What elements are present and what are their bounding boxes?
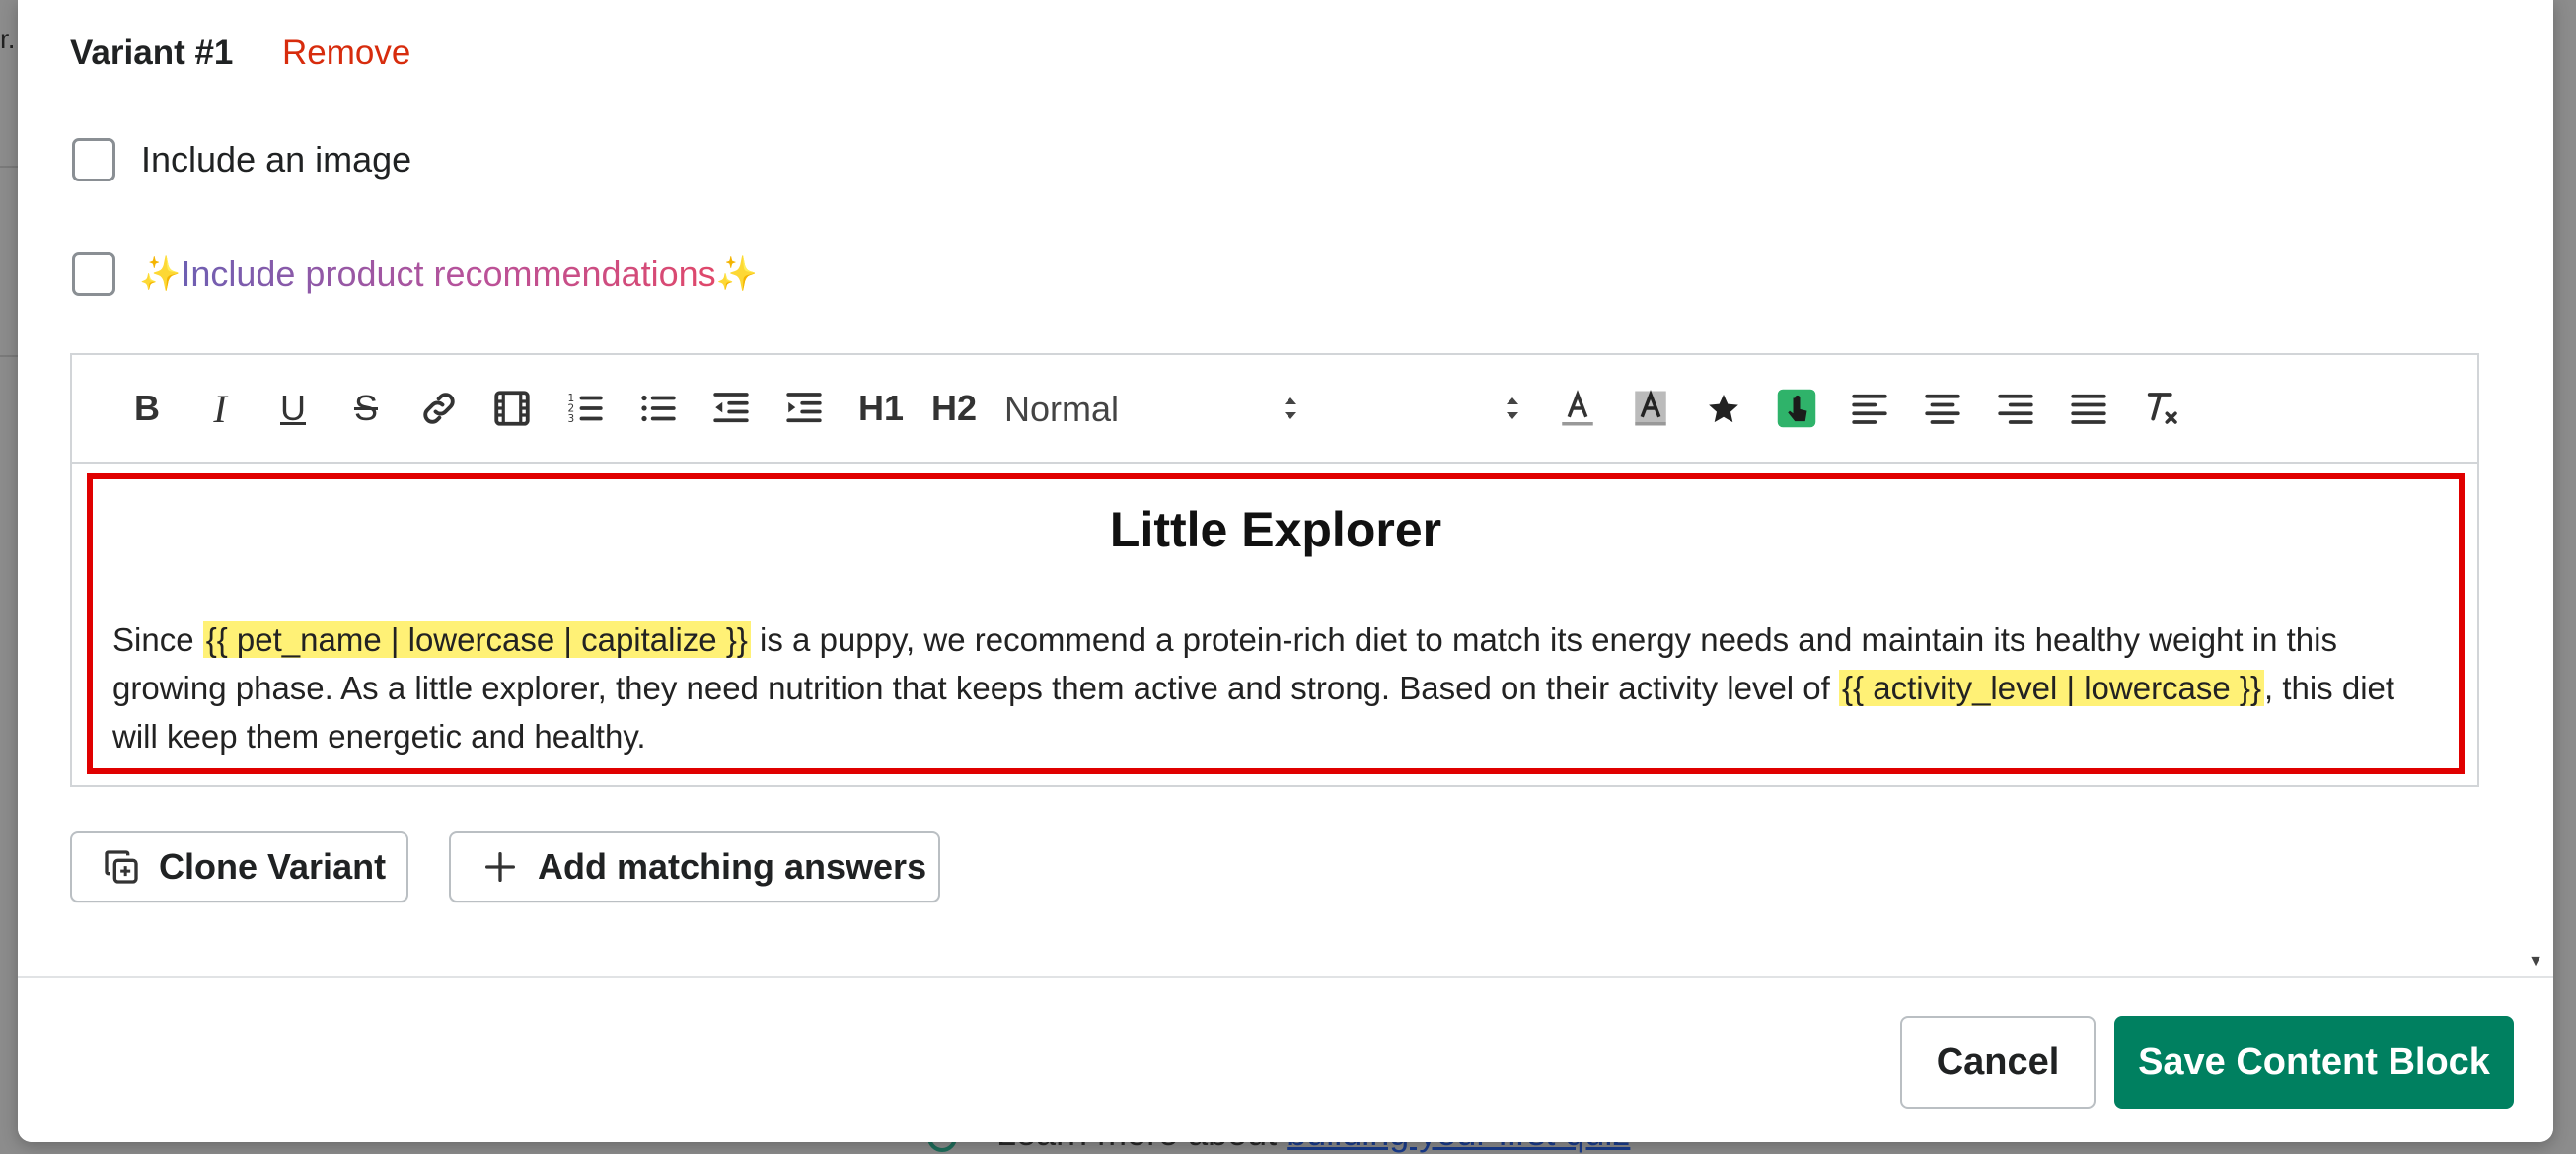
align-right-button[interactable] (1990, 383, 2041, 434)
outdent-icon (713, 393, 749, 423)
rich-text-editor: B I U S 123 H1 H2 Normal Little Explorer… (70, 353, 2479, 787)
link-icon (423, 393, 455, 424)
underline-button[interactable]: U (267, 383, 319, 434)
content-paragraph: Since {{ pet_name | lowercase | capitali… (112, 615, 2419, 760)
include-image-option[interactable]: Include an image (72, 138, 411, 181)
clone-variant-label: Clone Variant (159, 846, 387, 887)
heading-2-icon: H2 (930, 388, 978, 428)
include-image-label: Include an image (141, 139, 412, 180)
add-matching-answers-button[interactable]: Add matching answers (449, 831, 940, 902)
sparkle-icon: ✨ (139, 255, 182, 293)
film-icon (494, 391, 530, 426)
background-color-icon (1635, 390, 1666, 426)
include-recommendations-checkbox[interactable] (72, 252, 115, 296)
align-center-icon (1925, 394, 1960, 424)
remove-variant-link[interactable]: Remove (282, 34, 410, 73)
content-heading: Little Explorer (1109, 502, 1442, 557)
align-right-icon (1998, 394, 2033, 424)
content-text: Since (112, 621, 203, 658)
heading-2-button[interactable]: H2 (924, 383, 984, 434)
outdent-button[interactable] (705, 383, 757, 434)
clone-variant-button[interactable]: Clone Variant (70, 831, 408, 902)
align-justify-button[interactable] (2063, 383, 2114, 434)
ordered-list-button[interactable]: 123 (559, 383, 611, 434)
pet-name-variable: {{ pet_name | lowercase | capitalize }} (202, 621, 751, 658)
select-arrows-icon (1285, 397, 1296, 419)
bullet-list-button[interactable] (632, 383, 684, 434)
variant-title: Variant #1 (70, 34, 234, 72)
bold-button[interactable]: B (121, 383, 173, 434)
star-icon (1709, 395, 1738, 423)
personalize-button[interactable] (1771, 383, 1822, 434)
heading-1-icon: H1 (857, 388, 905, 428)
italic-icon: I (213, 386, 227, 431)
editor-toolbar: B I U S 123 H1 H2 Normal (72, 355, 2477, 464)
align-center-button[interactable] (1917, 383, 1968, 434)
include-recommendations-option[interactable]: ✨ Include product recommendations ✨ (72, 252, 758, 296)
activity-level-variable: {{ activity_level | lowercase }} (1839, 670, 2264, 706)
strikethrough-button[interactable]: S (340, 383, 392, 434)
bullet-list-icon (641, 395, 676, 422)
bold-icon: B (134, 388, 160, 428)
modal-body: Variant #1 Remove Include an image ✨ Inc… (18, 0, 2553, 976)
add-matching-answers-label: Add matching answers (538, 846, 927, 887)
include-image-checkbox[interactable] (72, 138, 115, 181)
include-recommendations-label-group: ✨ Include product recommendations ✨ (139, 253, 758, 295)
underline-icon: U (280, 388, 306, 428)
heading-1-button[interactable]: H1 (851, 383, 911, 434)
content-block-modal: Variant #1 Remove Include an image ✨ Inc… (18, 0, 2553, 1142)
align-left-button[interactable] (1844, 383, 1895, 434)
plus-icon (485, 852, 515, 882)
ordered-list-icon: 123 (568, 393, 603, 425)
cancel-button[interactable]: Cancel (1900, 1016, 2096, 1109)
text-color-button[interactable] (1552, 383, 1603, 434)
background-divider (0, 355, 18, 357)
svg-text:3: 3 (568, 413, 575, 425)
select-arrows-icon (1507, 397, 1518, 419)
align-left-icon (1852, 394, 1887, 424)
link-button[interactable] (413, 383, 465, 434)
background-color-button[interactable] (1625, 383, 1676, 434)
align-justify-icon (2071, 394, 2106, 424)
format-select-value: Normal (1004, 389, 1120, 429)
format-select[interactable]: Normal (1004, 385, 1300, 434)
include-recommendations-label: Include product recommendations (181, 253, 716, 294)
indent-button[interactable] (778, 383, 830, 434)
background-divider (0, 166, 18, 168)
modal-footer: Cancel Save Content Block (18, 976, 2553, 1142)
save-content-block-button[interactable]: Save Content Block (2114, 1016, 2514, 1109)
sparkle-icon: ✨ (715, 255, 758, 293)
clone-icon (105, 850, 138, 884)
emoji-star-button[interactable] (1698, 383, 1749, 434)
background-text-fragment: r. (0, 24, 16, 54)
italic-button[interactable]: I (194, 383, 246, 434)
strikethrough-icon: S (353, 388, 378, 428)
editor-content-area[interactable]: Little Explorer Since {{ pet_name | lowe… (87, 473, 2465, 774)
scroll-down-icon[interactable]: ▼ (2528, 953, 2543, 971)
clear-formatting-button[interactable] (2136, 383, 2187, 434)
personalize-icon (1777, 389, 1816, 428)
video-button[interactable] (486, 383, 538, 434)
clear-formatting-icon (2147, 393, 2177, 424)
indent-icon (786, 393, 822, 423)
font-size-select[interactable] (1424, 385, 1522, 434)
text-color-icon (1562, 390, 1593, 426)
